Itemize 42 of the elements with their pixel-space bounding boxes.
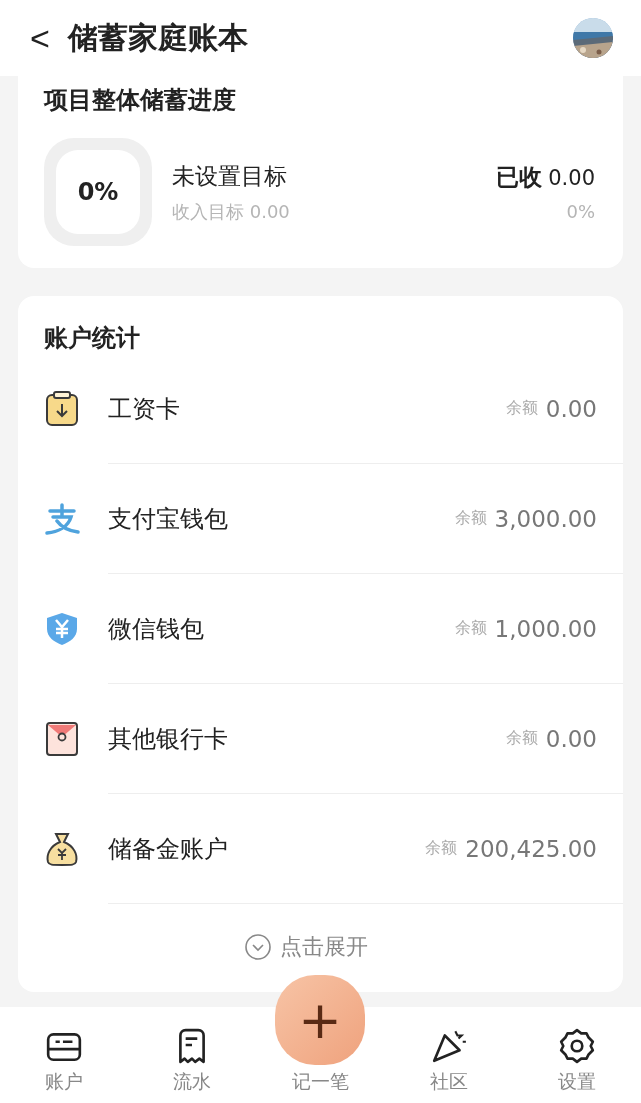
balance-amount: 0.00 bbox=[545, 725, 597, 752]
settings-icon bbox=[557, 1027, 596, 1065]
nav-tab[interactable]: 社区 bbox=[398, 1027, 499, 1095]
balance-amount: 0.00 bbox=[545, 395, 597, 422]
received-percent: 0% bbox=[566, 201, 595, 222]
balance-amount: 3,000.00 bbox=[494, 505, 597, 532]
alipay-icon bbox=[44, 500, 80, 537]
card-title: 项目整体储蓄进度 bbox=[44, 85, 237, 116]
balance-label: 余额 bbox=[454, 618, 487, 639]
received-label: 已收 bbox=[496, 163, 543, 192]
account-name: 支付宝钱包 bbox=[108, 503, 229, 535]
balance-label: 余额 bbox=[505, 728, 538, 749]
account-name: 工资卡 bbox=[108, 393, 181, 425]
received-amount: 0.00 bbox=[548, 166, 595, 190]
nav-tab[interactable]: 账户 bbox=[14, 1027, 115, 1095]
balance-amount: 1,000.00 bbox=[494, 615, 597, 642]
nav-tab[interactable]: 设置 bbox=[526, 1027, 627, 1095]
account-row[interactable]: 微信钱包 余额 1,000.00 bbox=[108, 573, 623, 683]
envelope-icon bbox=[44, 720, 80, 757]
money-bag-icon bbox=[44, 830, 80, 867]
balance-label: 余额 bbox=[425, 838, 458, 859]
account-name: 微信钱包 bbox=[108, 613, 205, 645]
card-title: 账户统计 bbox=[44, 323, 141, 354]
account-row[interactable]: 其他银行卡 余额 0.00 bbox=[108, 683, 623, 793]
balance-amount: 200,425.00 bbox=[465, 835, 597, 862]
balance-label: 余额 bbox=[505, 398, 538, 419]
account-name: 储备金账户 bbox=[108, 833, 229, 865]
clipboard-icon bbox=[44, 390, 80, 427]
account-row[interactable]: 支付宝钱包 余额 3,000.00 bbox=[108, 463, 623, 573]
account-row[interactable]: 储备金账户 余额 200,425.00 bbox=[108, 793, 623, 903]
goal-amount: 收入目标 0.00 bbox=[172, 199, 290, 224]
account-name: 其他银行卡 bbox=[108, 723, 229, 755]
chevron-down-icon bbox=[243, 933, 272, 961]
nav-tab[interactable]: 流水 bbox=[142, 1027, 243, 1095]
goal-status: 未设置目标 bbox=[172, 161, 287, 191]
progress-percent: 0% bbox=[77, 178, 119, 206]
balance-label: 余额 bbox=[454, 508, 487, 529]
account-row[interactable]: 工资卡 余额 0.00 bbox=[44, 354, 623, 463]
nav-tab[interactable]: 记一笔 bbox=[270, 1069, 371, 1095]
shield-icon bbox=[44, 610, 80, 647]
page-title: 储蓄家庭账本 bbox=[67, 18, 249, 57]
back-button[interactable]: < bbox=[30, 18, 50, 58]
